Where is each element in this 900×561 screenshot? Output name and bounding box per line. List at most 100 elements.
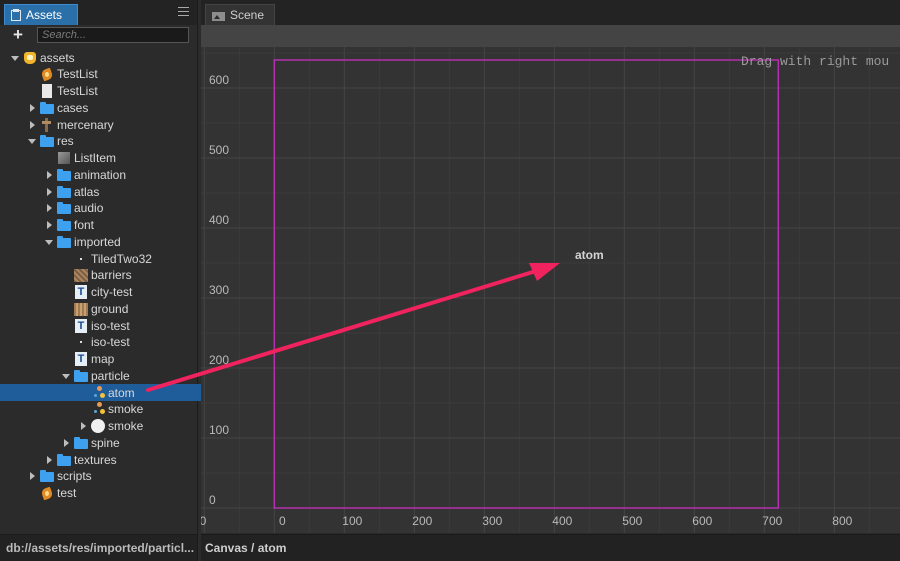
tree-item-label: iso-test xyxy=(91,318,130,333)
assets-tab-icon xyxy=(11,9,21,21)
folder-icon xyxy=(57,168,71,182)
assets-toolbar: + xyxy=(0,25,197,46)
collapsed-arrow-icon[interactable] xyxy=(28,103,36,112)
expanded-arrow-icon[interactable] xyxy=(11,54,19,62)
tree-item-cases[interactable]: cases xyxy=(0,99,224,116)
scene-viewport[interactable]: -100 0 100 200 300 400 500 600 700 800 0 100 200 300… xyxy=(201,47,900,533)
add-asset-button[interactable]: + xyxy=(10,26,26,43)
tree-item-testlist[interactable]: TestList xyxy=(0,83,224,100)
tileset-icon xyxy=(74,335,88,349)
folder-icon xyxy=(57,235,71,249)
texture-icon xyxy=(91,419,105,433)
collapsed-arrow-icon[interactable] xyxy=(45,170,53,179)
tree-item-label: smoke xyxy=(108,419,144,433)
atom-node-label[interactable]: atom xyxy=(575,248,604,262)
scene-toolbar xyxy=(201,25,900,48)
folder-icon xyxy=(74,436,88,450)
tree-item-res[interactable]: res xyxy=(0,133,224,150)
tree-item-label: animation xyxy=(74,167,127,182)
y-axis-tick-label: 200 xyxy=(209,353,229,367)
assets-db-icon xyxy=(23,51,37,65)
folder-icon xyxy=(40,469,54,483)
x-axis-tick-label: 100 xyxy=(342,514,362,528)
tree-item-label: mercenary xyxy=(57,117,114,132)
tree-item-label: atom xyxy=(108,385,135,400)
collapsed-arrow-icon[interactable] xyxy=(79,422,87,430)
folder-icon xyxy=(57,218,71,232)
tree-item-scripts[interactable]: scripts xyxy=(0,468,224,485)
panel-menu-icon[interactable] xyxy=(178,7,189,16)
tree-item-label: spine xyxy=(91,435,120,450)
y-axis-tick-label: 500 xyxy=(209,143,229,157)
tree-item-label: textures xyxy=(74,452,117,467)
tree-item-label: smoke xyxy=(108,402,144,417)
folder-icon xyxy=(57,201,71,215)
tree-item-label: scripts xyxy=(57,469,92,484)
collapsed-arrow-icon[interactable] xyxy=(45,187,53,196)
expanded-arrow-icon[interactable] xyxy=(28,137,36,145)
y-axis-tick-label: 100 xyxy=(209,423,229,437)
tiledmap-icon xyxy=(74,318,88,333)
tree-item-label: font xyxy=(74,218,95,232)
tree-item-testlist[interactable]: TestList xyxy=(0,66,224,83)
collapsed-arrow-icon[interactable] xyxy=(28,120,36,129)
collapsed-arrow-icon[interactable] xyxy=(45,204,53,213)
asset-path-status: db://assets/res/imported/particl... xyxy=(0,534,197,561)
tree-item-label: iso-test xyxy=(91,335,130,350)
image-icon xyxy=(74,268,88,283)
tree-item-assets[interactable]: assets xyxy=(0,49,207,66)
collapsed-arrow-icon[interactable] xyxy=(45,455,53,464)
script-icon xyxy=(40,486,54,500)
tree-item-label: barriers xyxy=(91,268,132,283)
expanded-arrow-icon[interactable] xyxy=(45,238,53,246)
tree-item-label: cases xyxy=(57,100,89,115)
x-axis-tick-label: 700 xyxy=(762,514,782,528)
folder-icon xyxy=(40,134,54,148)
tree-item-label: test xyxy=(57,486,77,500)
x-axis-tick-label: 300 xyxy=(482,514,502,528)
tree-item-label: ground xyxy=(91,301,129,316)
assets-tab-label: Assets xyxy=(26,8,63,22)
x-axis-tick-label: 200 xyxy=(412,514,432,528)
tree-item-label: assets xyxy=(40,50,75,65)
tab-scene[interactable]: Scene xyxy=(205,4,275,25)
folder-icon xyxy=(57,453,71,467)
tree-item-label: atlas xyxy=(74,184,100,199)
tab-assets[interactable]: Assets xyxy=(4,4,78,25)
tree-item-label: audio xyxy=(74,201,104,216)
folder-icon xyxy=(40,101,54,115)
x-axis-tick-label: 800 xyxy=(832,514,852,528)
assets-tabbar: Assets xyxy=(0,0,197,26)
tree-item-label: ListItem xyxy=(74,151,117,165)
particle-icon xyxy=(91,385,105,400)
scene-breadcrumb: Canvas / atom xyxy=(201,534,900,561)
search-input[interactable] xyxy=(37,27,189,43)
tree-item-label: city-test xyxy=(91,285,133,299)
design-resolution-frame xyxy=(273,59,780,509)
scene-grid: -100 0 100 200 300 400 500 600 700 800 0 100 200 300… xyxy=(201,47,900,533)
particle-icon xyxy=(91,402,105,416)
tree-item-label: map xyxy=(91,352,115,366)
tree-item-mercenary[interactable]: mercenary xyxy=(0,116,224,133)
tree-item-label: particle xyxy=(91,368,130,383)
y-axis-tick-label: 300 xyxy=(209,283,229,297)
collapsed-arrow-icon[interactable] xyxy=(45,221,53,229)
scene-tab-label: Scene xyxy=(230,8,265,22)
image-icon xyxy=(74,302,88,316)
expanded-arrow-icon[interactable] xyxy=(62,372,70,380)
tree-item-test[interactable]: test xyxy=(0,485,224,502)
collapsed-arrow-icon[interactable] xyxy=(62,438,70,447)
script-icon xyxy=(40,67,54,81)
assets-panel: Assets + assets TestList TestList cases merc… xyxy=(0,0,275,561)
tiledmap-icon xyxy=(74,285,88,299)
collapsed-arrow-icon[interactable] xyxy=(28,472,36,481)
tree-item-label: TiledTwo32 xyxy=(91,251,152,266)
